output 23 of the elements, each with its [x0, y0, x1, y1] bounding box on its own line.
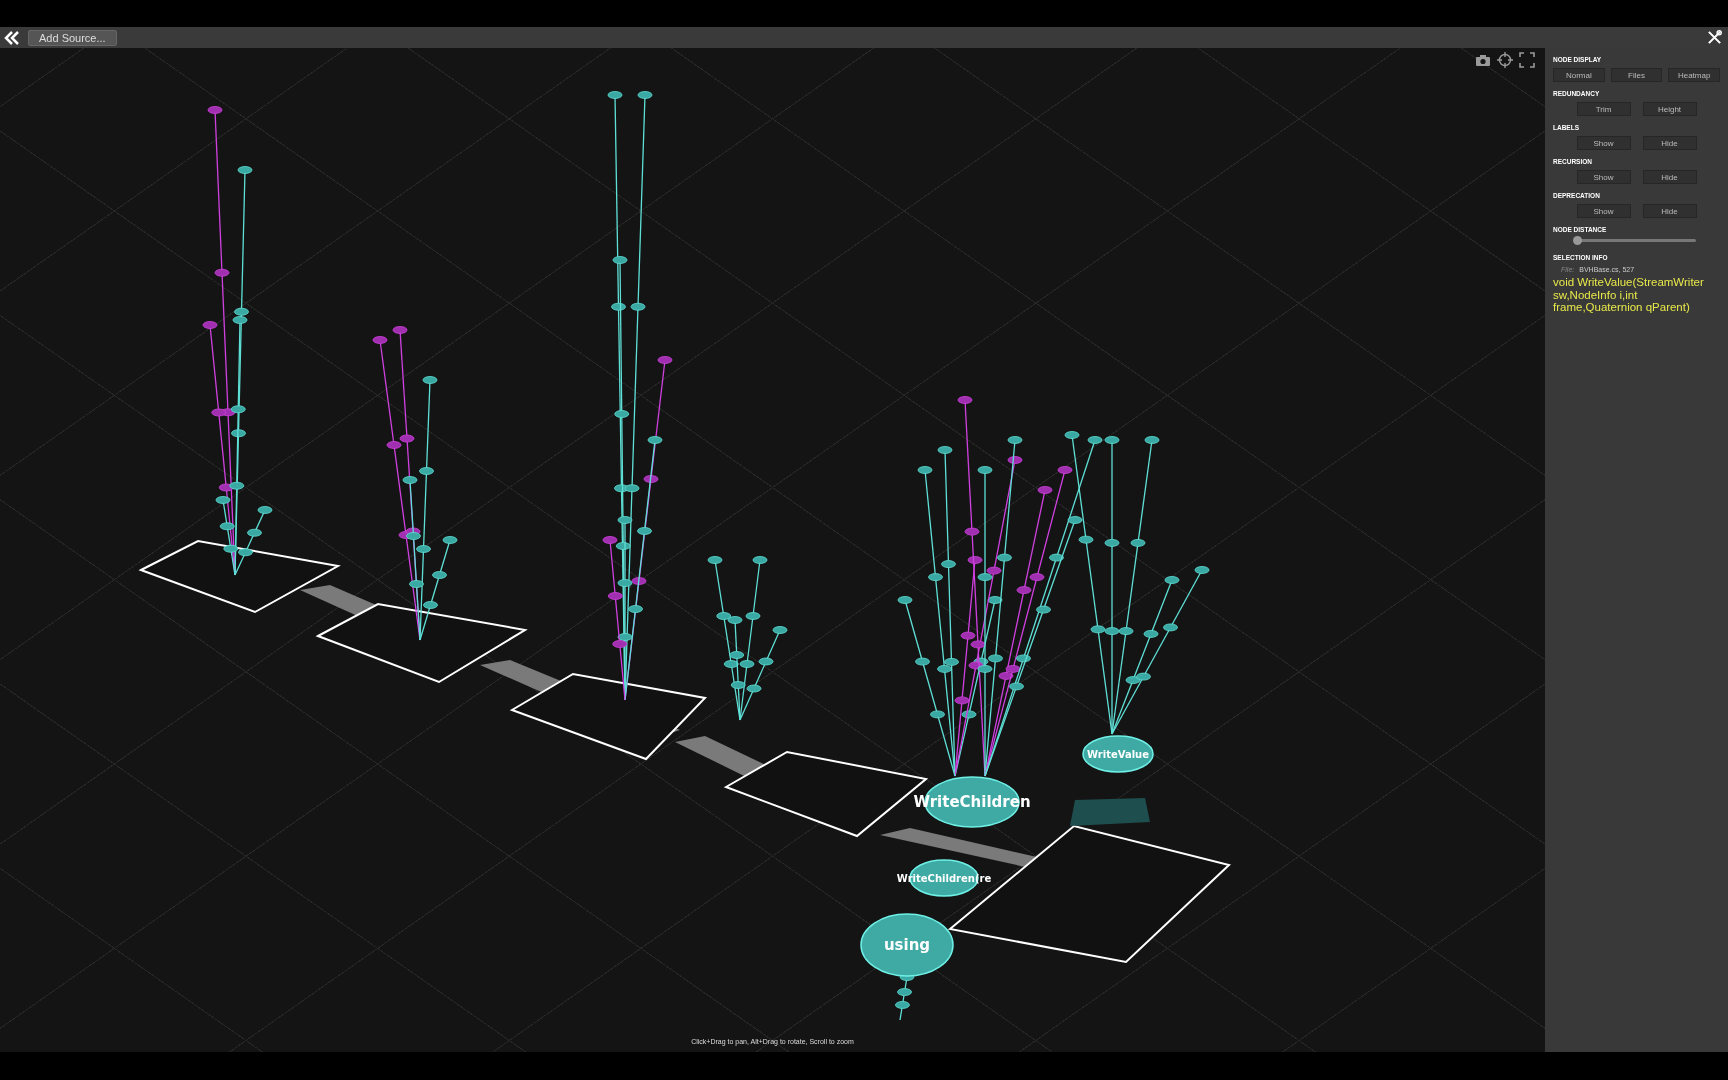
- option-button[interactable]: Files: [1610, 68, 1663, 82]
- option-button[interactable]: Show: [1576, 170, 1631, 184]
- double-chevron-icon[interactable]: [4, 30, 20, 45]
- file-platform[interactable]: [509, 672, 707, 761]
- file-platform[interactable]: [138, 539, 341, 614]
- add-source-button[interactable]: Add Source...: [28, 29, 117, 46]
- tools-icon[interactable]: [1707, 30, 1722, 45]
- option-button[interactable]: Show: [1576, 204, 1631, 218]
- file-platform[interactable]: [315, 602, 528, 684]
- option-button[interactable]: Height: [1642, 102, 1697, 116]
- option-button[interactable]: Hide: [1642, 136, 1697, 150]
- option-button[interactable]: Heatmap: [1668, 68, 1720, 82]
- crosshair-icon[interactable]: [1497, 52, 1513, 68]
- option-button[interactable]: Trim: [1576, 102, 1631, 116]
- node-stalks-drawing[interactable]: [202, 91, 1210, 1021]
- camera-icon[interactable]: [1475, 54, 1491, 66]
- option-button[interactable]: Normal: [1553, 68, 1605, 82]
- fullscreen-icon[interactable]: [1519, 52, 1535, 68]
- option-button[interactable]: Show: [1576, 136, 1631, 150]
- option-button[interactable]: Hide: [1642, 204, 1697, 218]
- selected-signature: void WriteValue(StreamWriter sw,NodeInfo i,int frame,Quaternion qParent): [1553, 276, 1705, 314]
- option-button[interactable]: Hide: [1642, 170, 1697, 184]
- slider-thumb[interactable]: [1573, 236, 1582, 245]
